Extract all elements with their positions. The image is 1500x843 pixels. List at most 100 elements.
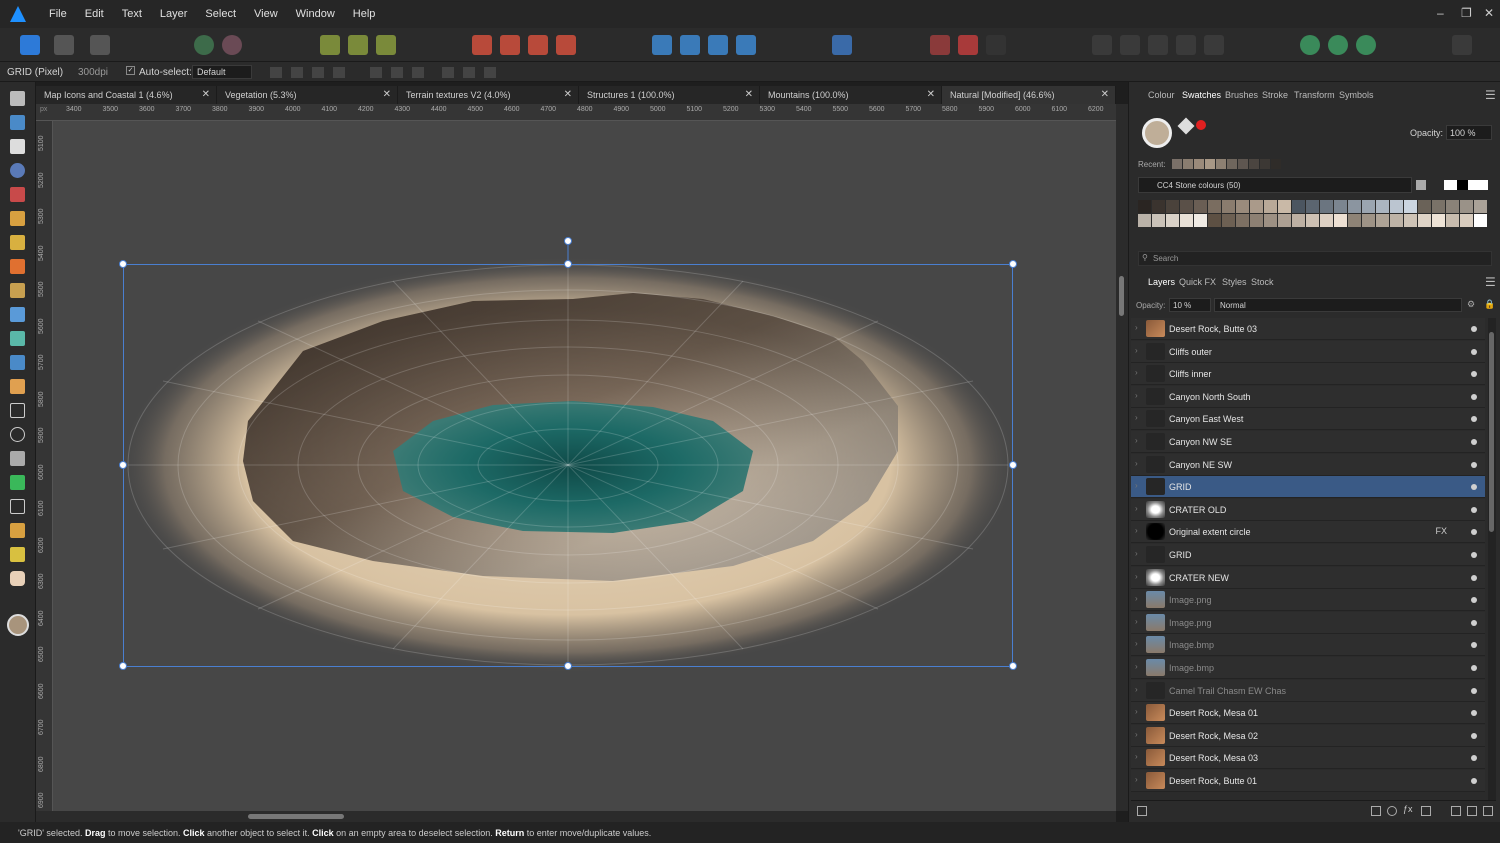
layer-row[interactable]: › Image.png xyxy=(1131,589,1485,612)
layer-row[interactable]: › Desert Rock, Mesa 02 xyxy=(1131,724,1485,747)
layer-row[interactable]: › CRATER NEW xyxy=(1131,566,1485,589)
layer-options-icon[interactable] xyxy=(1137,806,1147,816)
tab-structures[interactable]: Structures 1 (100.0%) ✕ xyxy=(579,86,760,104)
menu-select[interactable]: Select xyxy=(196,8,245,20)
layer-row[interactable]: › Desert Rock, Butte 01 xyxy=(1131,770,1485,792)
recent-swatch[interactable] xyxy=(1172,159,1182,169)
palette-swatch[interactable] xyxy=(1334,214,1347,227)
measure-tool-icon[interactable] xyxy=(10,547,25,562)
layer-row[interactable]: › Image.bmp xyxy=(1131,634,1485,657)
palette-swatch[interactable] xyxy=(1194,200,1207,213)
symbol-tool-icon[interactable] xyxy=(10,475,25,490)
palette-swatch[interactable] xyxy=(1152,214,1165,227)
visibility-toggle-icon[interactable] xyxy=(1471,642,1477,649)
arrange-front-icon[interactable] xyxy=(556,35,576,55)
resize-handle[interactable] xyxy=(1009,260,1017,268)
expand-chevron-icon[interactable]: › xyxy=(1135,391,1138,400)
palette-swatch[interactable] xyxy=(1194,214,1207,227)
user-account-icon[interactable] xyxy=(1452,35,1472,55)
tab-symbols[interactable]: Symbols xyxy=(1339,90,1374,100)
assistant-icon-2[interactable] xyxy=(1328,35,1348,55)
menu-help[interactable]: Help xyxy=(344,8,385,20)
visibility-toggle-icon[interactable] xyxy=(1471,597,1477,604)
resize-handle[interactable] xyxy=(119,461,127,469)
ellipse-tool-icon[interactable] xyxy=(10,427,25,442)
lock-layer-icon[interactable]: 🔒 xyxy=(1484,299,1495,310)
menu-window[interactable]: Window xyxy=(287,8,344,20)
palette-swatch[interactable] xyxy=(1264,214,1277,227)
palette-swatch[interactable] xyxy=(1278,200,1291,213)
expand-chevron-icon[interactable]: › xyxy=(1135,368,1138,377)
palette-options-icon[interactable] xyxy=(1416,180,1426,190)
restore-icon[interactable]: ❐ xyxy=(1461,6,1472,20)
palette-swatch[interactable] xyxy=(1208,200,1221,213)
assistant-icon-1[interactable] xyxy=(1300,35,1320,55)
recent-swatch[interactable] xyxy=(1271,159,1281,169)
rotate-left-icon[interactable] xyxy=(708,35,728,55)
blend-mode-dropdown[interactable]: Normal xyxy=(1214,298,1462,312)
palette-swatch[interactable] xyxy=(1222,200,1235,213)
expand-chevron-icon[interactable]: › xyxy=(1135,685,1138,694)
align-bottom-icon[interactable] xyxy=(484,67,496,78)
arrange-back-icon[interactable] xyxy=(472,35,492,55)
palette-swatch[interactable] xyxy=(1292,214,1305,227)
expand-chevron-icon[interactable]: › xyxy=(1135,617,1138,626)
palette-swatch[interactable] xyxy=(1292,200,1305,213)
resize-handle[interactable] xyxy=(119,662,127,670)
visibility-toggle-icon[interactable] xyxy=(1471,461,1477,468)
layers-scrollbar[interactable] xyxy=(1488,318,1496,800)
recent-swatch[interactable] xyxy=(1216,159,1226,169)
select-icon-2[interactable] xyxy=(348,35,368,55)
visibility-toggle-icon[interactable] xyxy=(1471,755,1477,762)
layer-row[interactable]: › Image.png xyxy=(1131,611,1485,634)
pixel-persona-icon[interactable] xyxy=(54,35,74,55)
visibility-toggle-icon[interactable] xyxy=(1471,393,1477,400)
palette-swatch[interactable] xyxy=(1180,200,1193,213)
scroll-thumb[interactable] xyxy=(1489,332,1494,532)
palette-swatch[interactable] xyxy=(1348,214,1361,227)
rectangle-tool-icon[interactable] xyxy=(10,403,25,418)
menu-text[interactable]: Text xyxy=(113,8,151,20)
color-picker-icon[interactable] xyxy=(10,523,25,538)
group-layers-icon[interactable] xyxy=(1467,806,1477,816)
recent-swatch[interactable] xyxy=(1227,159,1237,169)
visibility-toggle-icon[interactable] xyxy=(1471,416,1477,423)
undo-history-icon[interactable] xyxy=(986,35,1006,55)
palette-swatch[interactable] xyxy=(1362,200,1375,213)
designer-persona-icon[interactable] xyxy=(20,35,40,55)
tab-natural[interactable]: Natural [Modified] (46.6%) ✕ xyxy=(942,86,1116,104)
recent-swatch[interactable] xyxy=(1183,159,1193,169)
palette-swatch[interactable] xyxy=(1418,214,1431,227)
mask-layer-icon[interactable] xyxy=(1371,806,1381,816)
resize-handle[interactable] xyxy=(119,260,127,268)
move-tool-icon[interactable] xyxy=(10,91,25,106)
quick-colors[interactable] xyxy=(1444,180,1488,190)
close-tab-icon[interactable]: ✕ xyxy=(745,89,753,100)
palette-swatch[interactable] xyxy=(1138,214,1151,227)
close-window-icon[interactable]: ✕ xyxy=(1484,6,1494,20)
recent-swatch[interactable] xyxy=(1260,159,1270,169)
align-middle-icon[interactable] xyxy=(463,67,475,78)
layer-row[interactable]: › Desert Rock, Butte 03 xyxy=(1131,318,1485,340)
settings-gear-icon[interactable] xyxy=(194,35,214,55)
tab-map-icons[interactable]: Map Icons and Coastal 1 (4.6%) ✕ xyxy=(36,86,217,104)
visibility-toggle-icon[interactable] xyxy=(1471,439,1477,445)
layers-menu-icon[interactable]: ☰ xyxy=(1485,275,1496,289)
delete-layer-icon[interactable] xyxy=(1483,806,1493,816)
layer-row[interactable]: › Canyon NW SE xyxy=(1131,431,1485,453)
vertical-scrollbar[interactable] xyxy=(1116,104,1128,811)
adjustment-layer-icon[interactable] xyxy=(1387,806,1397,816)
recent-swatch[interactable] xyxy=(1205,159,1215,169)
tab-swatches[interactable]: Swatches xyxy=(1182,90,1221,100)
layer-row[interactable]: › Canyon North South xyxy=(1131,385,1485,408)
layer-row[interactable]: › CRATER OLD xyxy=(1131,498,1485,521)
scroll-thumb[interactable] xyxy=(1119,276,1124,316)
expand-chevron-icon[interactable]: › xyxy=(1135,572,1138,581)
expand-chevron-icon[interactable]: › xyxy=(1135,526,1138,535)
visibility-toggle-icon[interactable] xyxy=(1471,619,1477,626)
blend-options-gear-icon[interactable]: ⚙ xyxy=(1467,299,1475,310)
vector-brush-icon[interactable] xyxy=(10,259,25,274)
expand-chevron-icon[interactable]: › xyxy=(1135,549,1138,558)
fill-color-circle[interactable] xyxy=(1142,118,1172,148)
visibility-toggle-icon[interactable] xyxy=(1471,326,1477,332)
